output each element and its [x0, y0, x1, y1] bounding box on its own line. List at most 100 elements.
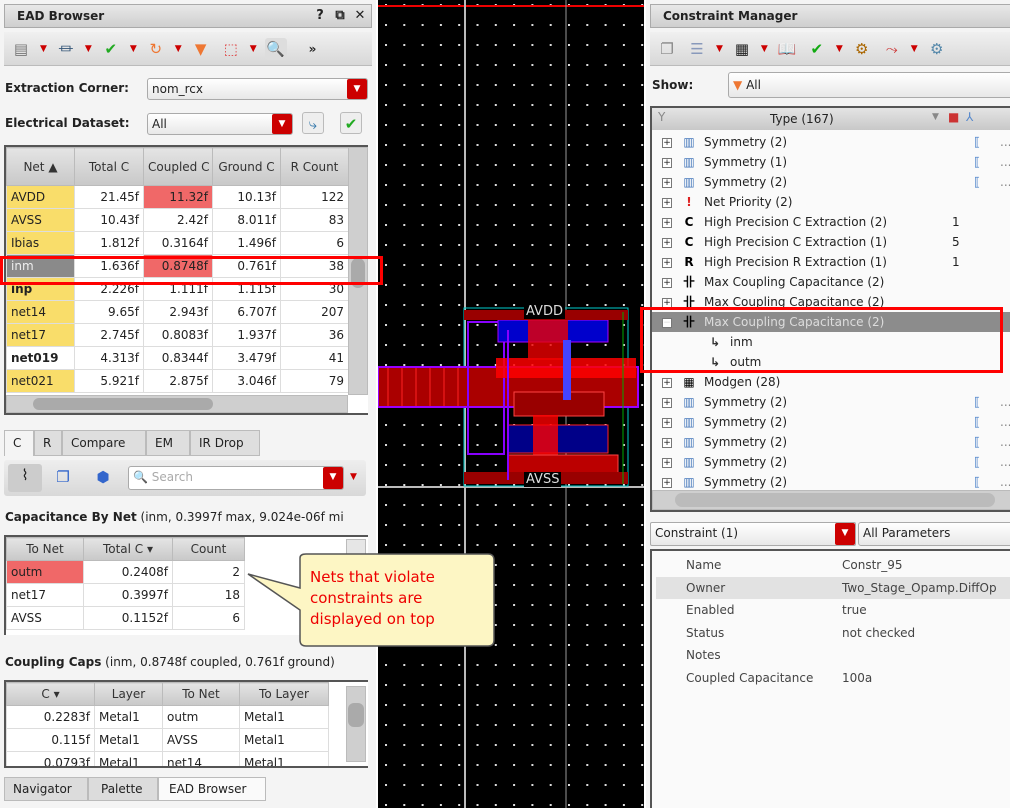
tab-ir-drop[interactable]: IR Drop	[190, 430, 260, 456]
net-row[interactable]: net17 2.745f 0.8083f 1.937f 36	[6, 323, 349, 347]
property-row[interactable]: Notes	[656, 644, 1010, 666]
tab-ead-browser[interactable]: EAD Browser	[158, 777, 266, 801]
net-mode-icon[interactable]: ⌇	[8, 464, 42, 492]
column-header[interactable]: Net ▲	[6, 147, 75, 186]
scroll-thumb[interactable]	[348, 703, 364, 727]
property-row[interactable]: Owner Two_Stage_Opamp.DiffOp	[656, 576, 1010, 599]
column-header[interactable]: Total C ▾	[83, 537, 173, 561]
route-icon[interactable]: ⤳	[881, 38, 903, 60]
expand-icon[interactable]: +	[662, 297, 672, 308]
book-icon[interactable]: 📖	[776, 38, 798, 60]
tree-item[interactable]: + C High Precision C Extraction (2) 1	[652, 212, 1010, 232]
tree-item[interactable]: + ▥ Symmetry (1) ⟦...	[652, 152, 1010, 172]
expand-icon[interactable]: +	[662, 217, 672, 228]
check-dataset-icon[interactable]: ✔	[340, 112, 362, 134]
select-icon[interactable]: ⬚	[220, 38, 242, 60]
expand-icon[interactable]: +	[662, 397, 672, 408]
tree-item[interactable]: + ▥ Symmetry (2) ⟦...	[652, 132, 1010, 152]
table-row[interactable]: 0.2283f Metal1 outm Metal1	[6, 705, 329, 729]
table-row[interactable]: outm 0.2408f 2	[6, 560, 245, 584]
layers-icon[interactable]: ❐	[52, 466, 74, 488]
tree-item[interactable]: +! Net Priority (2)	[652, 192, 1010, 212]
tab-c[interactable]: C	[4, 430, 34, 456]
table-row[interactable]: AVSS 0.1152f 6	[6, 606, 245, 630]
cube-icon[interactable]: ⬢	[92, 466, 114, 488]
report-icon[interactable]: ▤	[10, 38, 32, 60]
extraction-corner-select[interactable]: nom_rcx ▼	[147, 78, 368, 100]
dropdown-arrow-icon[interactable]: ▼	[836, 44, 843, 54]
column-header[interactable]: To Layer	[239, 682, 329, 706]
dropdown-arrow-icon[interactable]: ▼	[716, 44, 723, 54]
column-header[interactable]: Coupled C	[143, 147, 213, 186]
more-icon[interactable]: »	[309, 42, 317, 56]
expand-icon[interactable]: +	[662, 237, 672, 248]
refresh-icon[interactable]: ↻	[145, 38, 167, 60]
member-column-icon[interactable]: ⅄	[966, 110, 973, 124]
layout-canvas[interactable]: AVDD AVSS	[377, 0, 644, 808]
expand-icon[interactable]: +	[662, 177, 672, 188]
tab-r[interactable]: R	[34, 430, 62, 456]
chevron-down-icon[interactable]: ▼	[323, 467, 343, 489]
dropdown-arrow-icon[interactable]: ▼	[250, 44, 257, 54]
constraint-select[interactable]: Constraint (1) ▼	[650, 522, 856, 546]
property-row[interactable]: Name Constr_95	[656, 554, 1010, 576]
dropdown-arrow-icon[interactable]: ▼	[761, 44, 768, 54]
tree-item[interactable]: + ▥ Symmetry (2) ⟦...	[652, 472, 1010, 492]
zoom-icon[interactable]: 🔍	[264, 37, 287, 60]
tree-item[interactable]: + C High Precision C Extraction (1) 5	[652, 232, 1010, 252]
expand-icon[interactable]: +	[662, 277, 672, 288]
scroll-thumb[interactable]	[675, 493, 995, 507]
tab-compare[interactable]: Compare	[62, 430, 146, 456]
tab-em[interactable]: EM	[146, 430, 190, 456]
show-filter-select[interactable]: ▼ All	[728, 72, 1010, 98]
tree-item[interactable]: + ▦ Modgen (28)	[652, 372, 1010, 392]
tree-item[interactable]: + ▥ Symmetry (2) ⟦...	[652, 432, 1010, 452]
table-row[interactable]: 0.115f Metal1 AVSS Metal1	[6, 728, 329, 752]
column-header[interactable]: Total C	[74, 147, 144, 186]
net-row[interactable]: Ibias 1.812f 0.3164f 1.496f 6	[6, 231, 349, 255]
parameter-select[interactable]: All Parameters	[858, 522, 1010, 546]
check-icon[interactable]: ✔	[100, 38, 122, 60]
table-row[interactable]: 0.0793f Metal1 net14 Metal1	[6, 751, 329, 766]
expand-icon[interactable]: +	[662, 437, 672, 448]
tree-item[interactable]: + R High Precision R Extraction (1) 1	[652, 252, 1010, 272]
modgen-icon[interactable]: ▦	[731, 38, 753, 60]
tree-item[interactable]: + ▥ Symmetry (2) ⟦...	[652, 172, 1010, 192]
expand-icon[interactable]: +	[662, 417, 672, 428]
tree-item[interactable]: + 卝 Max Coupling Capacitance (2)	[652, 272, 1010, 292]
dropdown-arrow-icon[interactable]: ▼	[911, 44, 918, 54]
dropdown-arrow-icon[interactable]: ▼	[175, 44, 182, 54]
tab-palette[interactable]: Palette	[88, 777, 158, 801]
net-row[interactable]: net021 5.921f 2.875f 3.046f 79	[6, 369, 349, 393]
settings-icon[interactable]: ⚙	[926, 38, 948, 60]
circuit-icon[interactable]: ⏛	[55, 38, 77, 60]
column-header[interactable]: Layer	[94, 682, 163, 706]
import-icon[interactable]: ⤷	[302, 112, 324, 134]
search-input[interactable]: 🔍 Search ▼	[128, 466, 344, 490]
tree-item[interactable]: + ▥ Symmetry (2) ⟦...	[652, 452, 1010, 472]
column-header[interactable]: To Net	[6, 537, 84, 561]
filter-icon[interactable]: Y	[658, 110, 665, 124]
expand-icon[interactable]: +	[662, 157, 672, 168]
list-icon[interactable]: ☰	[686, 38, 708, 60]
column-header[interactable]: R Count	[280, 147, 349, 186]
table-row[interactable]: net17 0.3997f 18	[6, 583, 245, 607]
tree-item[interactable]: + ▥ Symmetry (2) ⟦...	[652, 412, 1010, 432]
constraint-gen-icon[interactable]: ⚙	[851, 38, 873, 60]
dropdown-arrow-icon[interactable]: ▼	[130, 44, 137, 54]
tree-header-type[interactable]: Type (167)	[770, 112, 834, 126]
scroll-thumb[interactable]	[33, 398, 213, 410]
net-row[interactable]: AVDD 21.45f 11.32f 10.13f 122	[6, 185, 349, 209]
electrical-dataset-select[interactable]: All ▼	[147, 113, 293, 135]
expand-icon[interactable]: +	[662, 137, 672, 148]
property-row[interactable]: Coupled Capacitance 100a	[656, 667, 1010, 689]
column-header[interactable]: To Net	[162, 682, 240, 706]
net-row[interactable]: AVSS 10.43f 2.42f 8.011f 83	[6, 208, 349, 232]
tree-hscroll[interactable]	[652, 490, 1010, 510]
coupling-table-vscroll[interactable]	[346, 686, 366, 762]
expand-icon[interactable]: +	[662, 477, 672, 488]
property-row[interactable]: Status not checked	[656, 622, 1010, 644]
net-row[interactable]: net019 4.313f 0.8344f 3.479f 41	[6, 346, 349, 370]
expand-icon[interactable]: +	[662, 257, 672, 268]
expand-icon[interactable]: +	[662, 197, 672, 208]
